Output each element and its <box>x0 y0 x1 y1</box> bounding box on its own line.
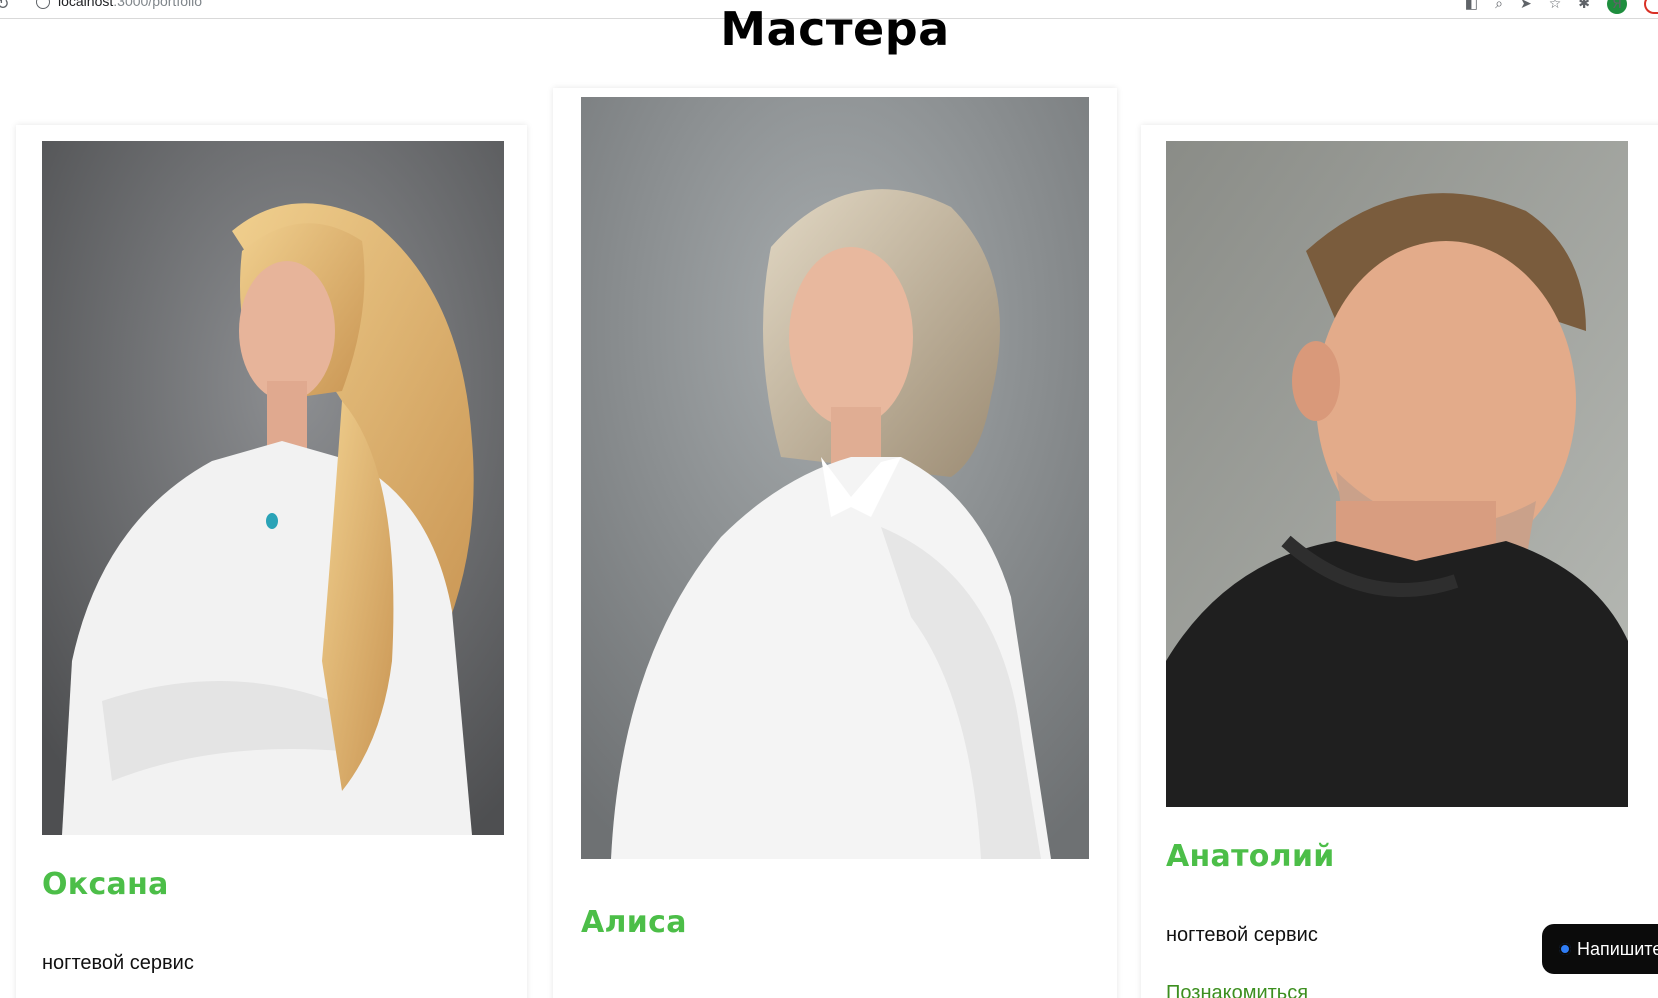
master-card-oksana: Оксана ногтевой сервис <box>16 125 527 998</box>
online-status-dot-icon <box>1559 943 1571 955</box>
page-title: Мастера <box>720 2 950 56</box>
master-photo-anatoliy <box>1166 141 1628 807</box>
chat-widget-label: Напишите <box>1577 938 1658 959</box>
master-photo-alisa <box>581 97 1089 859</box>
master-card-alisa: Алиса <box>553 88 1117 998</box>
master-photo-oksana <box>42 141 504 835</box>
meet-master-link[interactable]: Познакомиться <box>1166 982 1308 998</box>
master-name-alisa: Алиса <box>581 905 687 940</box>
master-name-oksana: Оксана <box>42 867 169 902</box>
chat-widget-button[interactable]: Напишите <box>1542 924 1658 974</box>
master-name-anatoliy: Анатолий <box>1166 839 1335 874</box>
master-role-oksana: ногтевой сервис <box>42 952 194 974</box>
master-card-anatoliy: Анатолий ногтевой сервис Познакомиться <box>1141 125 1658 998</box>
master-role-anatoliy: ногтевой сервис <box>1166 924 1318 946</box>
